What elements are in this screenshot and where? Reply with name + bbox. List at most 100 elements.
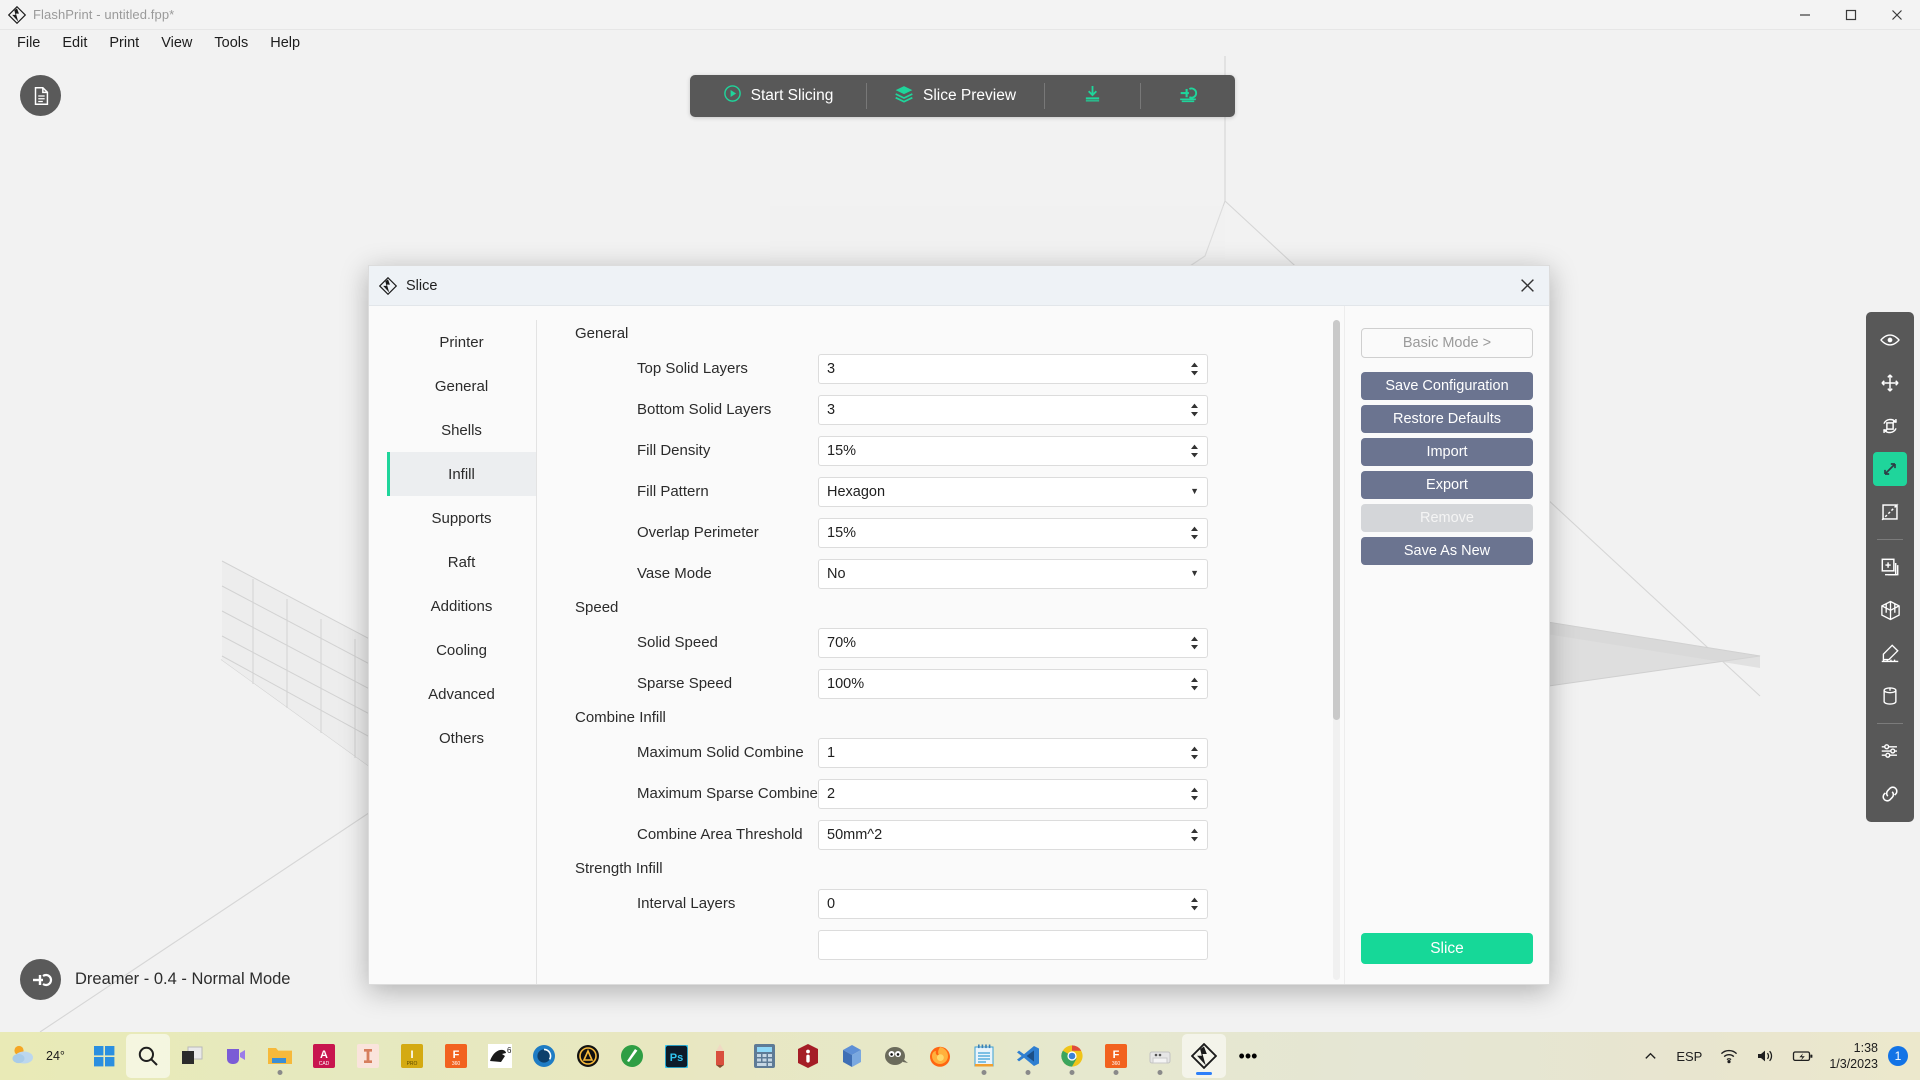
settings-scrollbar[interactable] xyxy=(1333,320,1340,980)
save-as-new-button[interactable]: Save As New xyxy=(1361,537,1533,565)
rotate-icon[interactable] xyxy=(1873,409,1907,443)
sketchup-icon[interactable] xyxy=(610,1034,654,1078)
fill-pattern-select[interactable]: Hexagon ▼ xyxy=(818,476,1208,507)
nav-item-shells[interactable]: Shells xyxy=(387,408,536,452)
menu-item-edit[interactable]: Edit xyxy=(51,31,98,55)
support-eraser-icon[interactable] xyxy=(1873,636,1907,670)
slice-button[interactable]: Slice xyxy=(1361,933,1533,964)
maximum-sparse-combine-input[interactable]: 2 xyxy=(818,778,1208,809)
view-icon[interactable] xyxy=(1873,323,1907,357)
pencil-icon[interactable] xyxy=(698,1034,742,1078)
inventor-pro-icon[interactable] xyxy=(346,1034,390,1078)
fill-density-input[interactable]: 15% xyxy=(818,435,1208,466)
file-explorer-icon[interactable] xyxy=(258,1034,302,1078)
export-button[interactable]: Export xyxy=(1361,471,1533,499)
nav-item-printer[interactable]: Printer xyxy=(387,320,536,364)
export-to-printer-button[interactable] xyxy=(1140,75,1235,117)
task-view-icon[interactable] xyxy=(170,1034,214,1078)
nav-item-advanced[interactable]: Advanced xyxy=(387,672,536,716)
nav-item-general[interactable]: General xyxy=(387,364,536,408)
menu-item-view[interactable]: View xyxy=(150,31,203,55)
vscode-icon[interactable] xyxy=(1006,1034,1050,1078)
solid-speed-input[interactable]: 70% xyxy=(818,627,1208,658)
start-button-icon[interactable] xyxy=(82,1034,126,1078)
scale-icon[interactable] xyxy=(1873,452,1907,486)
nav-item-raft[interactable]: Raft xyxy=(387,540,536,584)
nav-item-supports[interactable]: Supports xyxy=(387,496,536,540)
restore-defaults-button[interactable]: Restore Defaults xyxy=(1361,405,1533,433)
nav-item-infill[interactable]: Infill xyxy=(387,452,536,496)
spinner-icon[interactable] xyxy=(1190,746,1199,760)
nav-item-additions[interactable]: Additions xyxy=(387,584,536,628)
overlap-perimeter-input[interactable]: 15% xyxy=(818,517,1208,548)
chevron-up-icon[interactable] xyxy=(1634,1036,1667,1076)
spinner-icon[interactable] xyxy=(1190,444,1199,458)
clock[interactable]: 1:38 1/3/2023 xyxy=(1823,1040,1888,1072)
battery-icon[interactable] xyxy=(1783,1036,1823,1076)
weather-widget[interactable]: 24° xyxy=(10,1041,82,1072)
nav-item-others[interactable]: Others xyxy=(387,716,536,760)
combine-area-threshold-input[interactable]: 50mm^2 xyxy=(818,819,1208,850)
bottom-solid-layers-input[interactable]: 3 xyxy=(818,394,1208,425)
spinner-icon[interactable] xyxy=(1190,526,1199,540)
menu-item-file[interactable]: File xyxy=(6,31,51,55)
language-indicator[interactable]: ESP xyxy=(1667,1036,1711,1076)
firefox-icon[interactable] xyxy=(918,1034,962,1078)
autodesk-icon[interactable] xyxy=(566,1034,610,1078)
chevron-down-icon[interactable]: ▼ xyxy=(1190,569,1199,578)
scrollbar-thumb[interactable] xyxy=(1333,320,1340,720)
taskbar-overflow-button[interactable]: ••• xyxy=(1226,1034,1270,1078)
inventor-icon[interactable]: I PRO xyxy=(390,1034,434,1078)
basic-mode-button[interactable]: Basic Mode > xyxy=(1361,328,1533,358)
chevron-down-icon[interactable]: ▼ xyxy=(1190,487,1199,496)
start-slicing-button[interactable]: Start Slicing xyxy=(690,75,866,117)
nav-item-cooling[interactable]: Cooling xyxy=(387,628,536,672)
photoshop-icon[interactable]: Ps xyxy=(654,1034,698,1078)
notification-badge[interactable]: 1 xyxy=(1888,1046,1908,1066)
filament-spool-icon[interactable] xyxy=(1873,679,1907,713)
menu-item-print[interactable]: Print xyxy=(98,31,150,55)
notepad-icon[interactable] xyxy=(962,1034,1006,1078)
top-solid-layers-input[interactable]: 3 xyxy=(818,353,1208,384)
fusion360-icon[interactable]: F 360 xyxy=(434,1034,478,1078)
menu-item-help[interactable]: Help xyxy=(259,31,311,55)
close-icon[interactable] xyxy=(1874,0,1920,30)
spinner-icon[interactable] xyxy=(1190,897,1199,911)
minimize-icon[interactable] xyxy=(1782,0,1828,30)
close-icon[interactable] xyxy=(1505,266,1549,306)
slice-preview-button[interactable]: Slice Preview xyxy=(866,75,1044,117)
settings-sliders-icon[interactable] xyxy=(1873,734,1907,768)
next-setting-input[interactable] xyxy=(818,929,1208,960)
document-icon[interactable] xyxy=(20,75,61,116)
save-configuration-button[interactable]: Save Configuration xyxy=(1361,372,1533,400)
maximize-icon[interactable] xyxy=(1828,0,1874,30)
menu-item-tools[interactable]: Tools xyxy=(203,31,259,55)
fusion360-second-icon[interactable]: F 360 xyxy=(1094,1034,1138,1078)
spinner-icon[interactable] xyxy=(1190,787,1199,801)
maximum-solid-combine-input[interactable]: 1 xyxy=(818,737,1208,768)
vase-mode-select[interactable]: No ▼ xyxy=(818,558,1208,589)
supports-icon[interactable] xyxy=(1873,593,1907,627)
spinner-icon[interactable] xyxy=(1190,828,1199,842)
search-icon[interactable] xyxy=(126,1034,170,1078)
chrome-icon[interactable] xyxy=(1050,1034,1094,1078)
prusa-slicer-icon[interactable] xyxy=(830,1034,874,1078)
spinner-icon[interactable] xyxy=(1190,636,1199,650)
cut-icon[interactable] xyxy=(1873,495,1907,529)
calculator-icon[interactable] xyxy=(742,1034,786,1078)
import-button[interactable]: Import xyxy=(1361,438,1533,466)
gimp-icon[interactable] xyxy=(874,1034,918,1078)
interval-layers-input[interactable]: 0 xyxy=(818,888,1208,919)
spinner-icon[interactable] xyxy=(1190,362,1199,376)
autocad-icon[interactable]: A CAD xyxy=(302,1034,346,1078)
spinner-icon[interactable] xyxy=(1190,403,1199,417)
rhino6-icon[interactable]: 6 xyxy=(478,1034,522,1078)
microsoft-teams-icon[interactable] xyxy=(214,1034,258,1078)
spinner-icon[interactable] xyxy=(1190,677,1199,691)
wifi-icon[interactable] xyxy=(1711,1036,1747,1076)
sparse-speed-input[interactable]: 100% xyxy=(818,668,1208,699)
move-icon[interactable] xyxy=(1873,366,1907,400)
flashprint-icon[interactable] xyxy=(1182,1034,1226,1078)
keyshot-icon[interactable] xyxy=(522,1034,566,1078)
volume-icon[interactable] xyxy=(1747,1036,1783,1076)
